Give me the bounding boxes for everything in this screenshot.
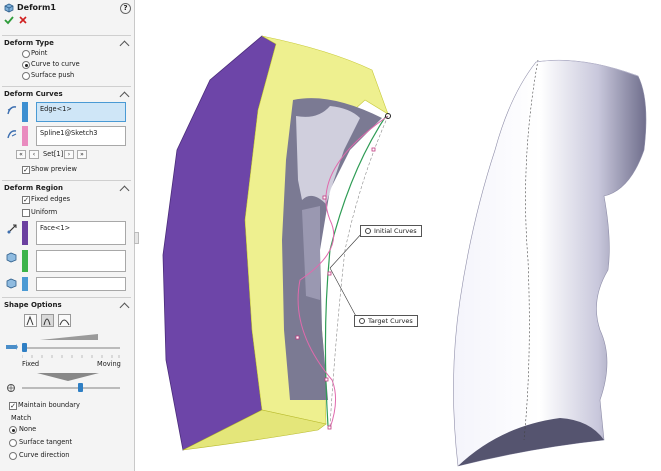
match-label: Match <box>11 414 32 422</box>
feature-title: Deform1 <box>17 3 56 12</box>
callout-dot-icon <box>365 228 371 234</box>
match-none-radio[interactable] <box>9 426 17 434</box>
stiffness-slider-thumb[interactable] <box>22 343 27 352</box>
fixed-edges-label: Fixed edges <box>31 195 71 203</box>
set-label: Set[1] <box>43 150 64 158</box>
stiffness-slider-track[interactable] <box>22 347 120 349</box>
blue-swatch <box>22 277 28 291</box>
collapse-deform-curves-icon[interactable] <box>119 91 130 102</box>
shape-profile-button-1[interactable] <box>24 314 37 327</box>
ok-icon[interactable] <box>4 15 14 25</box>
previous-set-button[interactable]: ‹ <box>29 150 39 159</box>
match-curve-direction-label: Curve direction <box>19 451 70 459</box>
stiffness-icon <box>6 343 18 351</box>
green-swatch <box>22 250 28 272</box>
uniform-checkbox[interactable] <box>22 209 30 217</box>
last-set-button[interactable]: » <box>77 150 87 159</box>
shape-accuracy-slider-track[interactable] <box>22 387 120 389</box>
match-surface-tangent-radio[interactable] <box>9 439 17 447</box>
shape-accuracy-slider-thumb[interactable] <box>77 383 83 392</box>
callout-dot-icon <box>359 318 365 324</box>
initial-curves-callout: Initial Curves <box>360 225 422 237</box>
first-set-button[interactable]: « <box>16 150 26 159</box>
face-select-icon <box>6 223 18 235</box>
stiffness-wedge <box>40 333 98 340</box>
deform-curves-title: Deform Curves <box>4 90 63 98</box>
moving-label: Moving <box>97 360 121 368</box>
property-manager-panel: Deform1 ? Deform Type Point Curve to cur… <box>0 0 135 471</box>
target-curve-icon <box>6 128 18 140</box>
maintain-boundary-checkbox[interactable]: ✓ <box>9 402 17 410</box>
collapse-deform-region-icon[interactable] <box>119 185 130 196</box>
radio-surface-push-label: Surface push <box>31 71 75 79</box>
bodies-field[interactable] <box>36 277 126 291</box>
shape-accuracy-icon <box>6 383 18 393</box>
face-swatch <box>22 221 28 245</box>
target-curves-callout-label: Target Curves <box>368 317 413 325</box>
feature-icon <box>4 3 14 13</box>
fixed-edges-checkbox[interactable]: ✓ <box>22 196 30 204</box>
initial-curves-field[interactable]: Edge<1> <box>36 102 126 122</box>
stiffness-slider-ticks <box>21 351 120 358</box>
initial-curve-swatch <box>22 102 28 122</box>
deform-region-title: Deform Region <box>4 184 63 192</box>
deformed-body <box>453 59 647 467</box>
face-field[interactable]: Face<1> <box>36 221 126 245</box>
match-surface-tangent-label: Surface tangent <box>19 438 73 446</box>
initial-curve-icon <box>6 104 18 116</box>
target-curve-swatch <box>22 126 28 146</box>
solid-body-icon <box>6 252 17 263</box>
match-none-label: None <box>19 425 37 433</box>
fixed-label: Fixed <box>22 360 40 368</box>
radio-point[interactable] <box>22 50 30 58</box>
show-preview-label: Show preview <box>31 165 77 173</box>
show-preview-checkbox[interactable]: ✓ <box>22 166 30 174</box>
target-curves-field[interactable]: Spline1@Sketch3 <box>36 126 126 146</box>
target-curves-callout: Target Curves <box>354 315 418 327</box>
shape-profile-button-2[interactable] <box>41 314 54 327</box>
collapse-shape-options-icon[interactable] <box>119 302 130 313</box>
next-set-button[interactable]: › <box>64 150 74 159</box>
radio-point-label: Point <box>31 49 48 57</box>
body-icon <box>6 278 17 289</box>
radio-curve-to-curve[interactable] <box>22 61 30 69</box>
initial-curves-callout-label: Initial Curves <box>374 227 417 235</box>
collapse-deform-type-icon[interactable] <box>119 40 130 51</box>
shape-profile-button-3[interactable] <box>58 314 71 327</box>
deform-type-title: Deform Type <box>4 39 54 47</box>
shape-options-title: Shape Options <box>4 301 62 309</box>
cancel-icon[interactable] <box>18 15 28 25</box>
match-curve-direction-radio[interactable] <box>9 452 17 460</box>
help-icon[interactable]: ? <box>120 3 131 14</box>
panel-collapse-handle[interactable] <box>134 232 139 244</box>
radio-surface-push[interactable] <box>22 72 30 80</box>
radio-curve-to-curve-label: Curve to curve <box>31 60 80 68</box>
fixed-entities-field[interactable] <box>36 250 126 272</box>
uniform-label: Uniform <box>31 208 58 216</box>
maintain-boundary-label: Maintain boundary <box>18 401 80 409</box>
accuracy-wedge <box>37 373 99 381</box>
